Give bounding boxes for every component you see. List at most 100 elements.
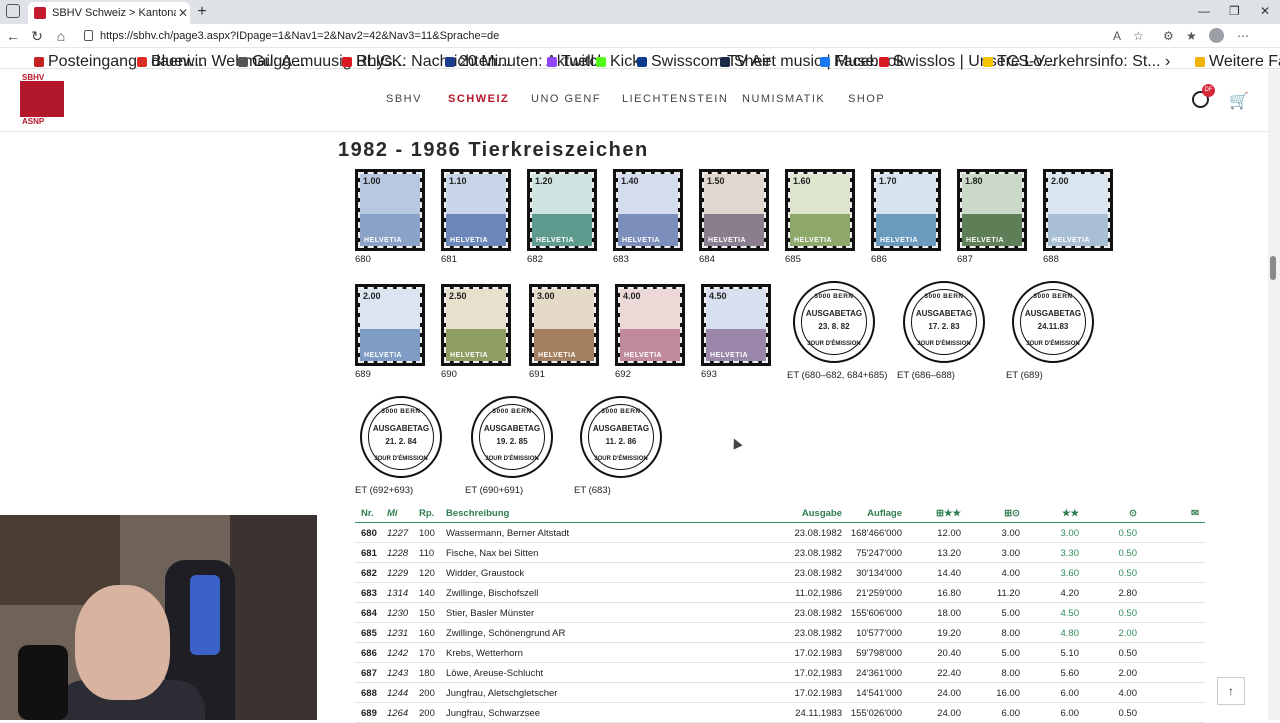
table-row[interactable]: 687 1243 180 Löwe, Areuse-Schlucht 17.02.198… <box>355 663 1205 683</box>
first-day-postmark[interactable]: 3000 BERN AUSGABETAG 21. 2. 84 JOUR D'ÉMISS… <box>360 396 442 478</box>
col-beschreibung[interactable]: Beschreibung <box>446 508 509 519</box>
reload-icon[interactable]: ↻ <box>29 28 45 45</box>
favorite-star-icon[interactable]: ☆ <box>1133 29 1144 43</box>
cell-auflage: 155'026'000 <box>850 708 902 719</box>
cell-nr: 683 <box>361 588 377 599</box>
table-row[interactable]: 689 1264 200 Jungfrau, Schwarzsee 24.11.1983… <box>355 703 1205 723</box>
col-auflage[interactable]: Auflage <box>867 508 902 519</box>
col-cover[interactable]: ✉ <box>1191 508 1199 519</box>
shopping-cart-icon[interactable]: 🛒 <box>1229 91 1249 111</box>
extensions-icon[interactable]: ⚙ <box>1163 29 1174 43</box>
stamp-value: 4.50 <box>709 291 727 301</box>
col-block-used[interactable]: ⊞⊙ <box>1004 508 1020 519</box>
tab-actions-icon[interactable] <box>6 4 20 18</box>
stamp-country: HELVETIA <box>966 237 1005 244</box>
cell-rp: 180 <box>419 668 435 679</box>
maximize-icon[interactable]: ❐ <box>1229 4 1240 18</box>
nav-schweiz[interactable]: SCHWEIZ <box>448 93 509 105</box>
sbhv-logo[interactable]: SBHV ASNP <box>20 73 72 126</box>
bookmarks-overflow-icon[interactable]: › <box>1165 53 1170 71</box>
col-rp[interactable]: Rp. <box>419 508 434 519</box>
table-header: Nr. Mi Rp. Beschreibung Ausgabe Auflage … <box>355 505 1205 523</box>
table-row[interactable]: 680 1227 100 Wassermann, Berner Altstadt 23.… <box>355 523 1205 543</box>
stamp-image[interactable]: 1.50 HELVETIA <box>699 169 769 251</box>
close-window-icon[interactable]: ✕ <box>1260 4 1270 18</box>
cell-mi: 1230 <box>387 608 409 619</box>
bookmark-favicon-icon <box>34 57 44 67</box>
col-mi[interactable]: Mi <box>387 508 398 519</box>
new-tab-icon[interactable]: + <box>193 3 211 21</box>
browser-tab[interactable]: SBHV Schweiz > Kantonal- und F ✕ <box>28 2 190 24</box>
nav-numismatik[interactable]: NUMISMATIK <box>742 93 825 105</box>
stamp-image[interactable]: 1.60 HELVETIA <box>785 169 855 251</box>
cell-nr: 682 <box>361 568 377 579</box>
other-favorites[interactable]: Weitere Favoriten <box>1195 53 1280 71</box>
stamp-image[interactable]: 2.00 HELVETIA <box>355 284 425 366</box>
stamp-image[interactable]: 4.50 HELVETIA <box>701 284 771 366</box>
postmark-footer: JOUR D'ÉMISSION <box>485 456 539 462</box>
cell-mint: 4.80 <box>1060 628 1080 639</box>
stamp-image[interactable]: 1.80 HELVETIA <box>957 169 1027 251</box>
table-row[interactable]: 683 1314 140 Zwillinge, Bischofszell 11.02.1… <box>355 583 1205 603</box>
col-used[interactable]: ⊙ <box>1129 508 1137 519</box>
col-block-mint[interactable]: ⊞★★ <box>936 508 961 519</box>
first-day-postmark[interactable]: 3000 BERN AUSGABETAG 23. 8. 82 JOUR D'ÉMISS… <box>793 281 875 363</box>
table-row[interactable]: 685 1231 160 Zwillinge, Schönengrund AR 23.0… <box>355 623 1205 643</box>
stamp-image[interactable]: 3.00 HELVETIA <box>529 284 599 366</box>
table-row[interactable]: 681 1228 110 Fische, Nax bei Sitten 23.08.19… <box>355 543 1205 563</box>
cell-block-used: 5.00 <box>1001 608 1021 619</box>
stamp-image[interactable]: 2.50 HELVETIA <box>441 284 511 366</box>
table-row[interactable]: 684 1230 150 Stier, Basler Münster 23.08.198… <box>355 603 1205 623</box>
nav-uno-genf[interactable]: UNO GENF <box>531 93 601 105</box>
cell-used: 0.50 <box>1118 528 1138 539</box>
col-nr[interactable]: Nr. <box>361 508 374 519</box>
url-field[interactable]: https://sbhv.ch/page3.aspx?IDpage=1&Nav1… <box>78 27 1158 45</box>
scroll-to-top-button[interactable]: ↑ <box>1217 677 1245 705</box>
read-aloud-icon[interactable]: A <box>1113 29 1121 43</box>
cell-block-used: 3.00 <box>1001 528 1021 539</box>
col-mint[interactable]: ★★ <box>1062 508 1079 519</box>
bookmark-favicon-icon <box>342 57 352 67</box>
postmark-caption: ET (690+691) <box>465 485 524 496</box>
page-scrollbar[interactable] <box>1268 70 1280 720</box>
nav-sbhv[interactable]: SBHV <box>386 93 422 105</box>
webcam-microphone <box>18 645 68 720</box>
scrollbar-thumb[interactable] <box>1270 256 1276 280</box>
profile-avatar[interactable] <box>1209 28 1224 43</box>
table-row[interactable]: 686 1242 170 Krebs, Wetterhorn 17.02.1983 59'… <box>355 643 1205 663</box>
first-day-postmark[interactable]: 3000 BERN AUSGABETAG 11. 2. 86 JOUR D'ÉMISS… <box>580 396 662 478</box>
postmark-caption: ET (683) <box>574 485 611 496</box>
stamp-image[interactable]: 1.10 HELVETIA <box>441 169 511 251</box>
stamp-image[interactable]: 2.00 HELVETIA <box>1043 169 1113 251</box>
table-row[interactable]: 682 1229 120 Widder, Graustock 23.08.1982 30'… <box>355 563 1205 583</box>
stamp-image[interactable]: 4.00 HELVETIA <box>615 284 685 366</box>
first-day-postmark[interactable]: 3000 BERN AUSGABETAG 17. 2. 83 JOUR D'ÉMISS… <box>903 281 985 363</box>
stamp-image[interactable]: 1.00 HELVETIA <box>355 169 425 251</box>
page-title: 1982 - 1986 Tierkreiszeichen <box>338 139 649 161</box>
favorites-icon[interactable]: ★ <box>1186 29 1197 43</box>
cell-used: 4.00 <box>1118 688 1138 699</box>
back-icon[interactable]: ← <box>5 28 21 44</box>
cell-block-used: 8.00 <box>1001 668 1021 679</box>
cell-mi: 1227 <box>387 528 409 539</box>
stamp-image[interactable]: 1.40 HELVETIA <box>613 169 683 251</box>
cell-mint: 5.10 <box>1060 648 1080 659</box>
table-row[interactable]: 688 1244 200 Jungfrau, Aletschgletscher 17.0… <box>355 683 1205 703</box>
first-day-postmark[interactable]: 3000 BERN AUSGABETAG 24.11.83 JOUR D'ÉMISSI… <box>1012 281 1094 363</box>
nav-liechtenstein[interactable]: LIECHTENSTEIN <box>622 93 728 105</box>
postmark-footer: JOUR D'ÉMISSION <box>594 456 648 462</box>
close-tab-icon[interactable]: ✕ <box>176 6 190 20</box>
col-ausgabe[interactable]: Ausgabe <box>802 508 842 519</box>
minimize-icon[interactable]: — <box>1198 4 1210 18</box>
cell-auflage: 75'247'000 <box>856 548 902 559</box>
bookmark-item[interactable]: Kick <box>596 53 640 71</box>
more-menu-icon[interactable]: ⋯ <box>1237 29 1249 43</box>
stamp-image[interactable]: 1.70 HELVETIA <box>871 169 941 251</box>
bookmark-item[interactable]: TCS-Verkehrsinfo: St... <box>983 53 1161 71</box>
cell-description: Jungfrau, Aletschgletscher <box>446 688 558 699</box>
stamp-image[interactable]: 1.20 HELVETIA <box>527 169 597 251</box>
nav-shop[interactable]: SHOP <box>848 93 885 105</box>
first-day-postmark[interactable]: 3000 BERN AUSGABETAG 19. 2. 85 JOUR D'ÉMISS… <box>471 396 553 478</box>
bookmark-favicon-icon <box>983 57 993 67</box>
home-icon[interactable]: ⌂ <box>53 28 69 44</box>
